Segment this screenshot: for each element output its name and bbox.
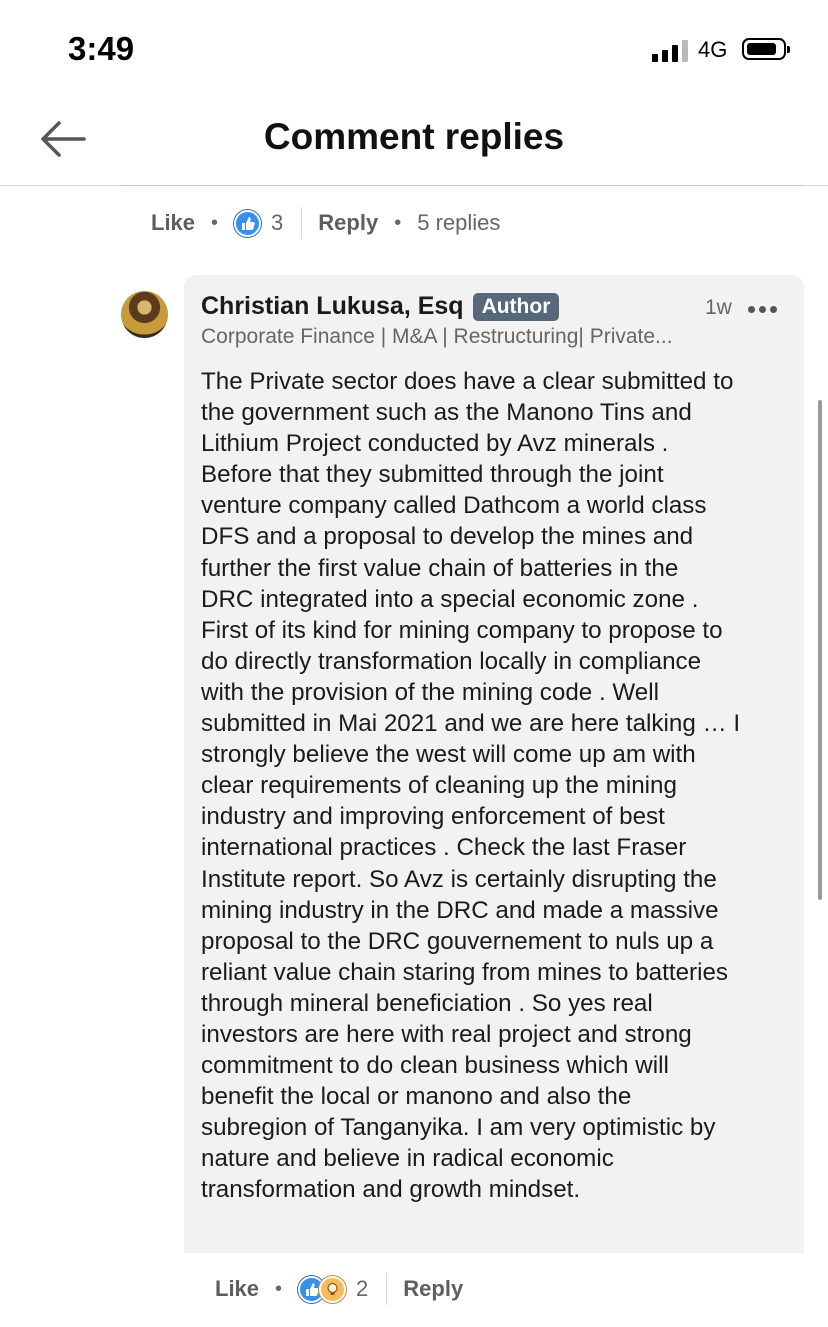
page-header: Comment replies (0, 100, 828, 186)
comment-body-line: clear requirements of cleaning up the mi… (201, 772, 677, 800)
status-bar: 3:49 4G (0, 0, 828, 100)
comment-body-line: First of its kind for mining company to … (201, 616, 723, 644)
comment-body-line: subregion of Tanganyika. I am very optim… (201, 1114, 716, 1142)
replies-count-link[interactable]: 5 replies (417, 210, 500, 236)
network-type: 4G (698, 37, 728, 62)
separator-dot: • (275, 1277, 283, 1300)
comment-body-line: international practices . Check the last… (201, 834, 687, 862)
comment-body-line: proposal to the DRC gouvernement to nuls… (201, 927, 714, 955)
separator-dot: • (394, 211, 402, 234)
reactions[interactable]: 2 (298, 1275, 369, 1303)
comment-body-line: industry and improving enforcement of be… (201, 803, 665, 831)
battery-icon (742, 38, 790, 60)
comment-body-line: strongly believe the west will come up a… (201, 741, 696, 769)
like-button[interactable]: Like (151, 210, 195, 236)
reactions[interactable]: 3 (234, 209, 284, 237)
comment-body-line: Institute report. So Avz is certainly di… (201, 865, 717, 893)
timestamp: 1w (705, 296, 732, 319)
comment-body-line: the government such as the Manono Tins a… (201, 399, 692, 427)
reply-button[interactable]: Reply (403, 1276, 463, 1302)
scrollbar[interactable] (818, 400, 822, 900)
author-row: Christian Lukusa, Esq Author (201, 292, 560, 321)
comment-body-line: commitment to do clean business which wi… (201, 1052, 669, 1080)
reply-actions: Like • 2 Reply (215, 1269, 463, 1309)
parent-comment-actions: Like • 3 Reply • 5 replies (151, 203, 500, 243)
comment-body-line: through mineral beneficiation . So yes r… (201, 989, 653, 1017)
comment-body-line: venture company called Dathcom a world c… (201, 492, 707, 520)
page-title: Comment replies (263, 116, 565, 157)
comment-body-line: DRC integrated into a special economic z… (201, 585, 699, 613)
comment-body-line: investors are here with real project and… (201, 1020, 692, 1048)
like-button[interactable]: Like (215, 1276, 259, 1302)
avatar[interactable] (121, 291, 168, 338)
reply-button[interactable]: Reply (318, 210, 378, 236)
reaction-count: 2 (356, 1276, 369, 1301)
vertical-divider (386, 1273, 388, 1305)
separator-dot: • (211, 211, 219, 234)
comment-body-line: transformation and growth mindset. (201, 1176, 581, 1204)
comment-body-line: nature and believe in radical economic (201, 1145, 614, 1173)
comment-body: The Private sector does have a clear sub… (201, 366, 804, 1206)
comment-body-line: do directly transformation locally in co… (201, 647, 702, 675)
comment-body-line: with the provision of the mining code . … (201, 678, 660, 706)
vertical-divider (301, 207, 303, 239)
comment-body-line: Lithium Project conducted by Avz mineral… (201, 430, 669, 458)
status-time: 3:49 (68, 30, 135, 67)
comment-body-line: mining industry in the DRC and made a ma… (201, 896, 719, 924)
comment-body-line: DFS and a proposal to develop the mines … (201, 523, 694, 551)
author-name[interactable]: Christian Lukusa, Esq (201, 292, 464, 321)
comment-body-line: benefit the local or manono and also the (201, 1083, 632, 1111)
author-headline: Corporate Finance | M&A | Restructuring|… (201, 325, 673, 348)
lightbulb-reaction-icon (319, 1275, 347, 1303)
comment-body-line: submitted in Mai 2021 and we are here ta… (201, 710, 741, 738)
comment-body-line: reliant value chain staring from mines t… (201, 958, 728, 986)
author-badge: Author (472, 292, 560, 321)
reaction-count: 3 (271, 210, 284, 235)
comment-body-line: further the first value chain of batteri… (201, 554, 679, 582)
comment-body-line: The Private sector does have a clear sub… (201, 368, 734, 395)
divider (121, 185, 804, 186)
cellular-signal-icon (652, 38, 690, 62)
comment-body-line: Before that they submitted through the j… (201, 461, 664, 489)
more-options-button[interactable] (748, 296, 780, 322)
like-reaction-icon (234, 209, 262, 237)
